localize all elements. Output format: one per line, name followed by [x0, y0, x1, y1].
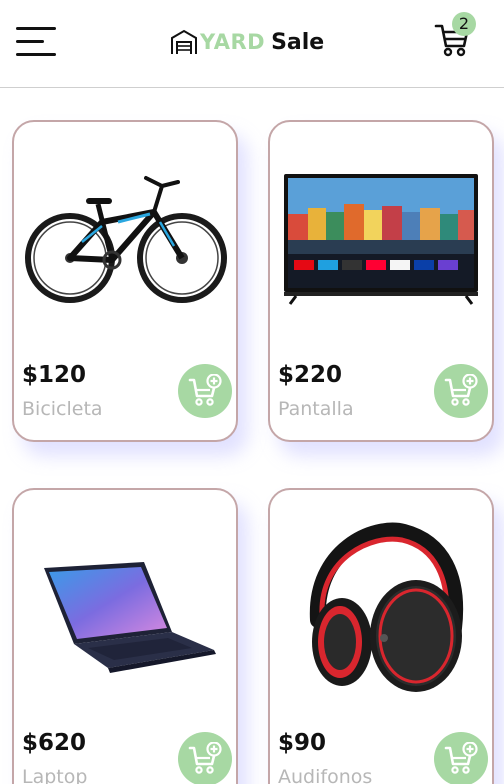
cart-button[interactable]: 2	[432, 12, 476, 60]
cart-plus-icon	[188, 742, 222, 774]
logo[interactable]: YARD Sale	[170, 26, 324, 58]
cart-count-badge: 2	[452, 12, 476, 36]
product-price: $90	[278, 730, 327, 756]
product-name: Laptop	[22, 766, 88, 784]
logo-word: YARD	[200, 30, 266, 54]
add-to-cart-button[interactable]	[178, 364, 232, 418]
menu-line	[16, 40, 44, 43]
bicycle-image	[25, 176, 227, 303]
product-name: Bicicleta	[22, 398, 103, 420]
product-price: $620	[22, 730, 87, 756]
add-to-cart-button[interactable]	[434, 364, 488, 418]
product-card[interactable]: $620 Laptop	[12, 488, 238, 784]
product-card[interactable]: $90 Audifonos	[268, 488, 494, 784]
menu-icon[interactable]	[16, 26, 58, 58]
laptop-image	[44, 562, 216, 673]
product-grid: $120 Bicicleta $220 Pantalla $620 Laptop…	[0, 88, 504, 784]
cart-plus-icon	[188, 374, 222, 406]
headphones-image	[309, 522, 464, 692]
cart-plus-icon	[444, 374, 478, 406]
add-to-cart-button[interactable]	[178, 732, 232, 784]
logo-sale: Sale	[271, 29, 325, 55]
product-name: Audifonos	[278, 766, 373, 784]
product-card[interactable]: $220 Pantalla	[268, 120, 494, 442]
cart-plus-icon	[444, 742, 478, 774]
product-price: $220	[278, 362, 343, 388]
product-price: $120	[22, 362, 87, 388]
add-to-cart-button[interactable]	[434, 732, 488, 784]
menu-line	[16, 27, 56, 30]
menu-line	[16, 53, 56, 56]
product-card[interactable]: $120 Bicicleta	[12, 120, 238, 442]
app-header: YARD Sale 2	[0, 0, 504, 88]
garage-icon	[171, 29, 197, 54]
product-name: Pantalla	[278, 398, 354, 420]
tv-image	[284, 174, 478, 305]
